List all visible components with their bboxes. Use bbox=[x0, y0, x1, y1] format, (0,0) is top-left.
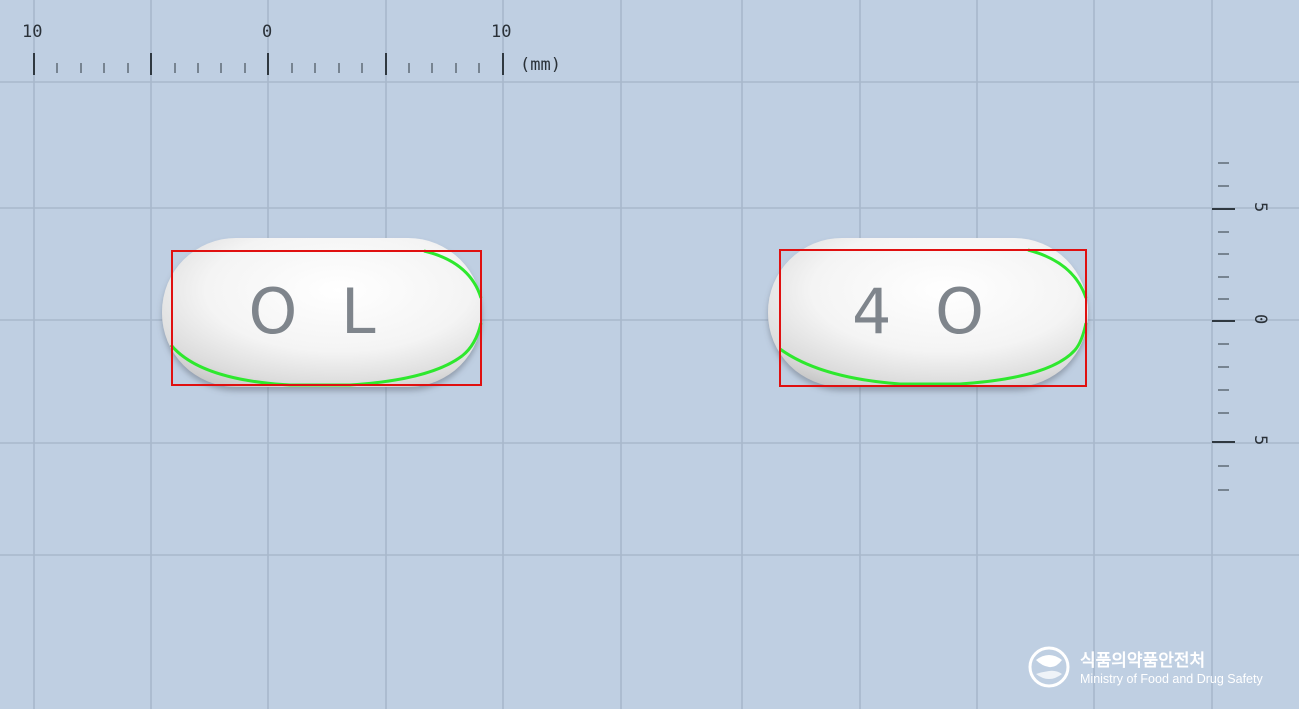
mfds-logo-icon bbox=[1028, 646, 1070, 688]
ruler-label-bottom-5: 5 bbox=[1250, 435, 1270, 445]
tablet-back: 4 O bbox=[768, 238, 1088, 387]
ruler-label-top-5: 5 bbox=[1250, 202, 1270, 212]
mfds-english-name: Ministry of Food and Drug Safety bbox=[1080, 672, 1263, 686]
top-ruler: 10 0 10 (mm) bbox=[22, 22, 561, 75]
ruler-unit-label: (mm) bbox=[520, 55, 561, 75]
mfds-korean-name: 식품의약품안전처 bbox=[1080, 650, 1205, 671]
tablet-imprint-front: O L bbox=[248, 275, 387, 348]
ruler-label-left-10: 10 bbox=[22, 22, 42, 42]
mfds-watermark: 식품의약품안전처 Ministry of Food and Drug Safet… bbox=[1028, 646, 1263, 688]
tablet-front: O L bbox=[162, 238, 483, 387]
ruler-label-mid-0: 0 bbox=[1250, 314, 1270, 324]
ruler-label-right-10: 10 bbox=[491, 22, 511, 42]
right-ruler: 5 0 5 bbox=[1212, 162, 1270, 491]
ruler-label-zero: 0 bbox=[262, 22, 272, 42]
pill-image-canvas: 10 0 10 (mm) 5 0 5 O L 4 O 식품의약품안전처 Mini… bbox=[0, 0, 1299, 709]
tablet-imprint-back: 4 O bbox=[852, 275, 996, 348]
